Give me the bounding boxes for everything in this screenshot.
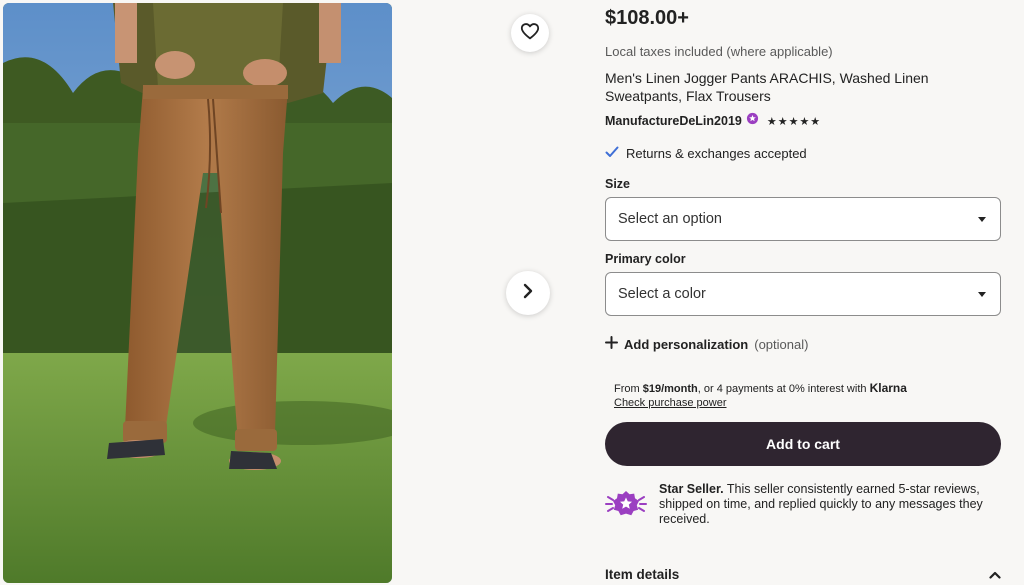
caret-down-icon [978, 216, 986, 222]
caret-down-icon [978, 291, 986, 297]
star-seller-info: Star Seller. This seller consistently ea… [605, 482, 999, 527]
returns-policy: Returns & exchanges accepted [605, 146, 807, 161]
favorite-button[interactable] [511, 14, 549, 52]
klarna-prefix: From [614, 383, 643, 395]
next-image-button[interactable] [506, 271, 550, 315]
chevron-right-icon [522, 283, 534, 304]
star-seller-badge-icon [746, 112, 759, 130]
plus-icon [605, 336, 618, 352]
klarna-offer: From $19/month, or 4 payments at 0% inte… [614, 381, 907, 410]
size-select[interactable]: Select an option [605, 197, 1001, 241]
personalization-label: Add personalization [624, 336, 749, 352]
star-seller-icon [605, 482, 647, 526]
tax-note: Local taxes included (where applicable) [605, 44, 833, 59]
checkmark-icon [605, 146, 619, 161]
klarna-middle: , or 4 payments at 0% interest with [697, 383, 870, 395]
primary-color-label: Primary color [605, 252, 686, 266]
item-details-label: Item details [605, 567, 680, 582]
chevron-up-icon [989, 567, 1001, 582]
add-to-cart-button[interactable]: Add to cart [605, 422, 1001, 466]
rating-stars[interactable]: ★★★★★ [767, 115, 821, 128]
shop-info: ManufactureDeLin2019 ★★★★★ [605, 112, 821, 130]
add-personalization-button[interactable]: Add personalization (optional) [605, 336, 808, 352]
check-purchase-power-link[interactable]: Check purchase power [614, 396, 907, 410]
size-select-value: Select an option [618, 211, 722, 227]
klarna-amount: $19/month [642, 383, 698, 395]
klarna-brand: Klarna [869, 381, 907, 395]
size-label: Size [605, 177, 631, 191]
returns-text: Returns & exchanges accepted [626, 146, 807, 161]
item-details-toggle[interactable]: Item details [605, 567, 1001, 582]
personalization-optional: (optional) [754, 336, 809, 352]
product-image[interactable] [3, 3, 392, 583]
listing-title: Men's Linen Jogger Pants ARACHIS, Washed… [605, 70, 929, 104]
star-seller-title: Star Seller. [659, 482, 724, 496]
price: $108.00+ [605, 7, 689, 29]
color-select-value: Select a color [618, 286, 706, 302]
shop-name-link[interactable]: ManufactureDeLin2019 [605, 114, 742, 128]
primary-color-select[interactable]: Select a color [605, 272, 1001, 316]
heart-icon [520, 22, 540, 45]
